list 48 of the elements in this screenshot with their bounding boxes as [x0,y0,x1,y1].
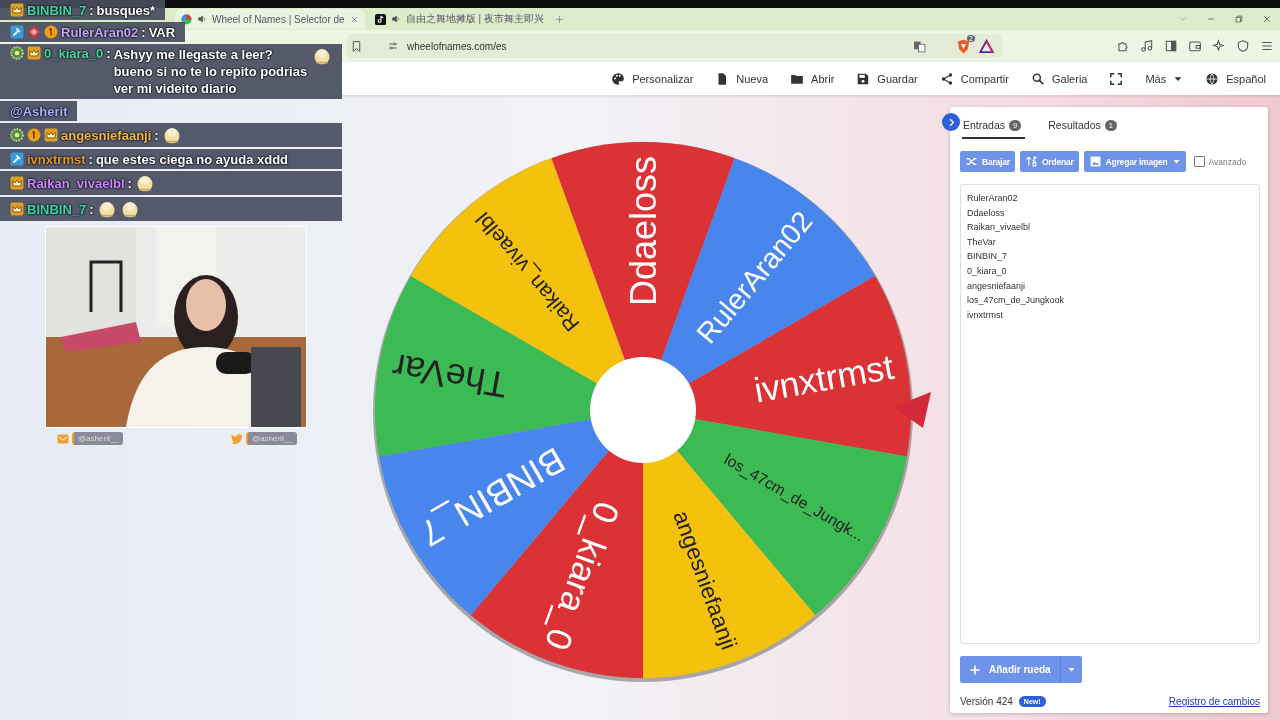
url-text: wheelofnames.com/es [407,40,508,52]
chat-separator: : [154,127,159,143]
segment-label: Ddaeloss [622,156,664,307]
chat-text: VAR [148,24,176,40]
chat-author: BINBIN_7 [27,201,87,217]
toolbar-button[interactable]: Abrir [790,71,835,86]
chat-author: 0_kiara_0 [44,46,104,61]
toolbar-button[interactable]: Galeria [1031,71,1088,86]
chat-author: Raikan_vivaelbl [27,175,125,191]
entry-line: 0_kiara_0 [967,264,1008,278]
social-handle: @asherit__ [72,432,124,445]
toolbar-button[interactable]: Personalizar [611,71,694,86]
toolbar-button[interactable]: Guardar [856,71,918,86]
toolbar-button[interactable]: Nueva [715,71,769,86]
entry-line: Raikan_vivaelbl [967,221,1032,235]
toolbar-button[interactable]: Compartir [939,71,1009,86]
chat-author: ivnxtrmst [27,151,86,167]
entry-line: RulerAran02 [967,192,1019,205]
entry-line: TheVar [967,235,997,249]
changelog-link[interactable]: Registro de cambios [1168,696,1260,707]
chat-text: que estes ciega no ayuda xddd [95,151,289,167]
entry-line: ivnxtrmst [967,308,1004,322]
social-handle: @asherit__ [245,432,297,445]
chat-separator: : [89,201,94,217]
segment-label: ivnxtrmst [751,346,897,410]
entry-line: angesniefaanji [967,279,1027,293]
version-text: Versión 424 [960,696,1013,707]
entries-field[interactable]: RulerAran02 Ddaeloss Raikan_vivaelbl TheVar BINBIN_7 0_kiara_0 angesniefaanji los_47cm_de_Jungkook ivnxtrmst [960,184,1260,644]
chat-author: BINBIN_7 [27,2,87,18]
chat-separator: : [88,151,93,167]
chat-text: Ashyy me llegaste a leer? bueno si no te lo repito podrias ver mi videito diario [113,46,309,97]
chat-text: busques* [96,2,156,18]
mention-text: @Asherit [10,103,68,119]
entry-line: los_47cm_de_Jungkook [967,294,1066,308]
browser-tab[interactable]: Wheel of Names | Selector de [175,9,365,29]
entry-line: BINBIN_7 [967,250,1009,264]
chat-separator: : [141,24,146,40]
segment-label: TheVar [389,345,511,407]
chat-separator: : [106,46,111,61]
chat-separator: : [89,2,94,18]
entry-line: Ddaeloss [967,206,1006,220]
toolbar-button[interactable]: Español [1205,71,1266,86]
browser-tab[interactable]: 自由之舞地摊版 | 夜市舞主即兴 [368,9,550,29]
advanced-label: Avanzado [1208,156,1247,167]
chat-separator: : [127,175,132,191]
more-menu-button[interactable]: Más [1145,72,1184,85]
chat-author: RulerAran02 [61,24,139,40]
chat-author: angesniefaanji [61,127,152,143]
